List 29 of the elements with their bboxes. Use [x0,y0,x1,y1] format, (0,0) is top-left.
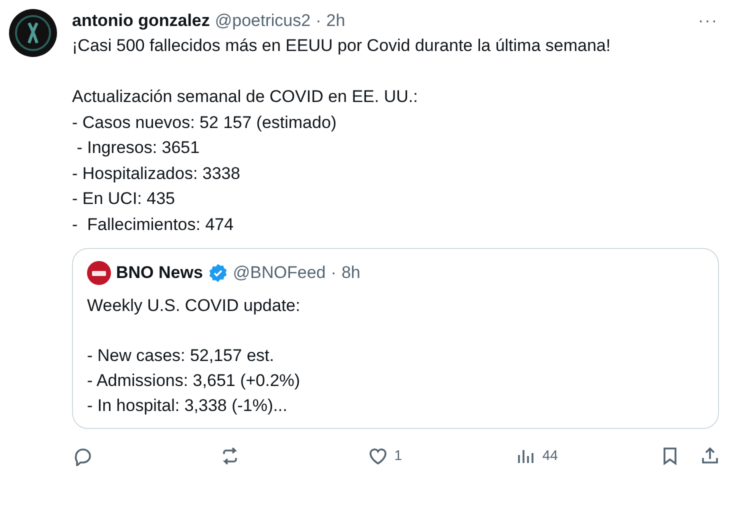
reply-icon [72,446,92,466]
share-button[interactable] [700,446,720,466]
post-text-line: Actualización semanal de COVID en EE. UU.: [72,86,419,108]
post-text-line: ¡Casi 500 fallecidos más en EEUU por Covid durante la última semana! [72,35,612,57]
post-text-line: - Casos nuevos: 52 157 (estimado) [72,112,338,134]
separator-dot: · [330,262,336,284]
quoted-text-line: - In hospital: 3,338 (-1%)... [87,395,288,417]
quoted-post-card[interactable]: BNO News @BNOFeed · 8h Weekly U.S. COVID update: - New cases: 52,157 est. - Admissions: 3,651 (+0.2%) - In hospital: 3,338 (-1%)... [72,248,719,429]
quoted-author-name[interactable]: BNO News [116,261,203,285]
post-text-line: - Ingresos: 3651 [76,137,201,159]
share-icon [700,446,720,466]
author-name[interactable]: antonio gonzalez [72,9,210,33]
post-time[interactable]: 2h [326,9,346,33]
views-button[interactable]: 44 [516,445,660,466]
separator-dot: · [316,10,322,32]
post-text-line: - Fallecimientos: 474 [72,214,235,236]
post-text-line: - Hospitalizados: 3338 [72,162,242,184]
quoted-text-line: Weekly U.S. COVID update: [87,295,302,317]
author-handle[interactable]: @poetricus2 [214,9,311,33]
more-button[interactable]: ··· [698,9,718,33]
post-text-line: - En UCI: 435 [72,188,176,210]
quoted-avatar-logo [87,261,111,285]
quoted-text-line: - Admissions: 3,651 (+0.2%) [87,370,302,392]
like-button[interactable]: 1 [368,445,516,466]
quoted-author-handle[interactable]: @BNOFeed [232,261,326,285]
quoted-text-line: - New cases: 52,157 est. [87,345,276,367]
quoted-post-time: 8h [341,262,360,284]
avatar-logo[interactable] [9,9,57,57]
heart-icon [368,446,388,466]
